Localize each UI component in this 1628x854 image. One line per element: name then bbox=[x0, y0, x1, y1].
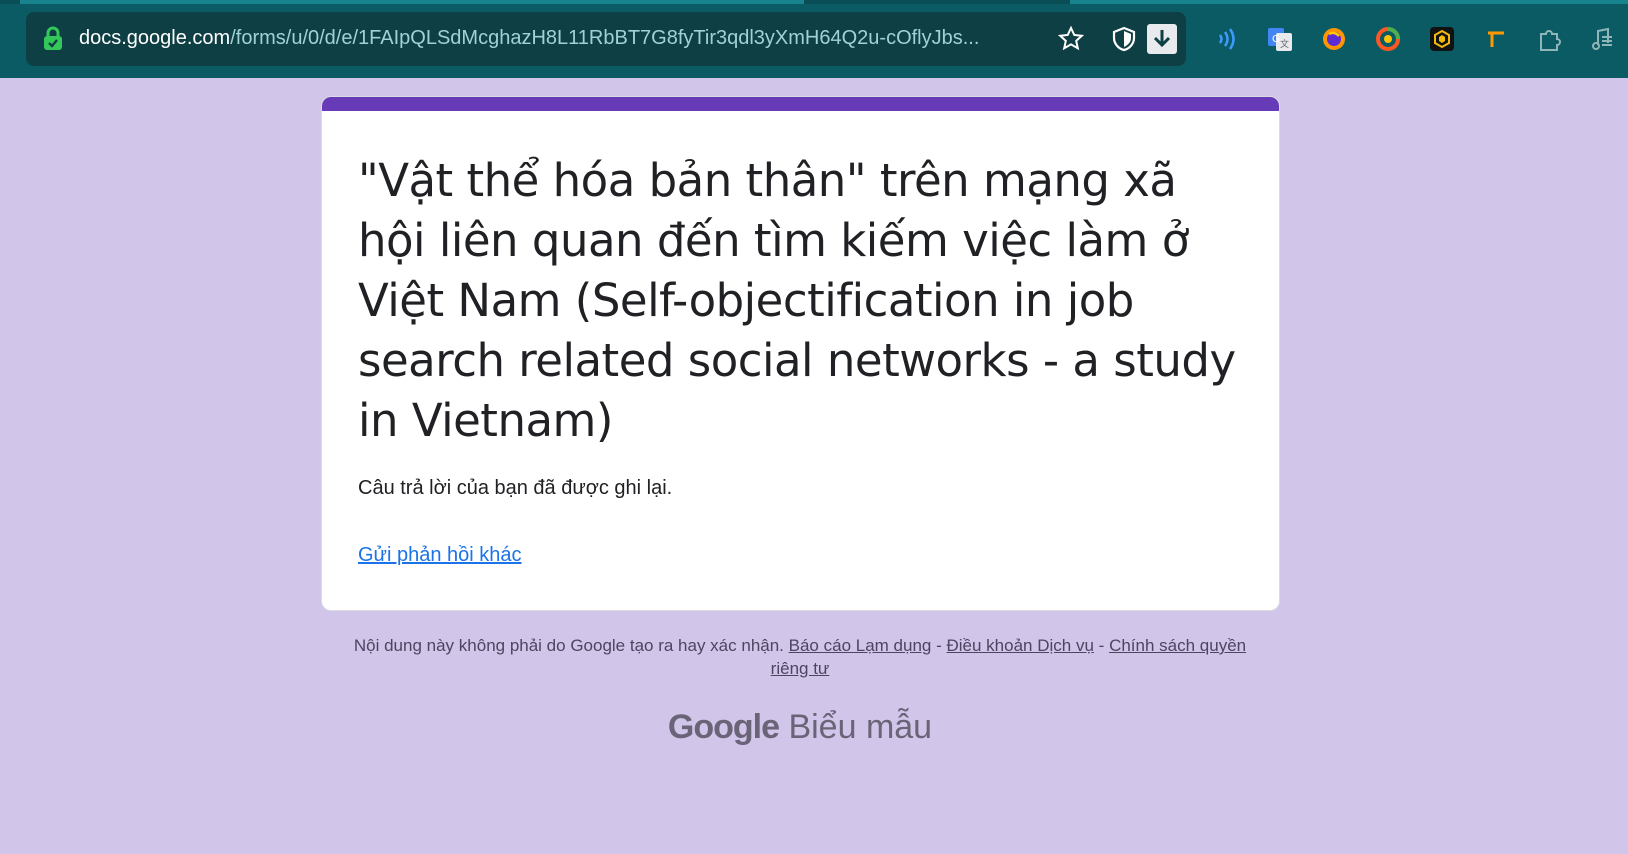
star-icon[interactable] bbox=[1057, 25, 1085, 53]
logo-product-text: Biểu mẫu bbox=[788, 708, 933, 746]
submit-another-response-link[interactable]: Gửi phản hồi khác bbox=[358, 544, 522, 567]
url-path: /forms/u/0/d/e/1FAIpQLSdMcghazH8L11RbBT7… bbox=[230, 27, 980, 49]
url-text[interactable]: docs.google.com/forms/u/0/d/e/1FAIpQLSdM… bbox=[79, 27, 1039, 50]
url-host: docs.google.com bbox=[79, 27, 231, 49]
translate-extension-icon[interactable]: G 文 bbox=[1266, 25, 1294, 53]
tab-strip bbox=[0, 0, 1628, 4]
download-icon[interactable] bbox=[1146, 23, 1178, 55]
address-bar[interactable]: docs.google.com/forms/u/0/d/e/1FAIpQLSdM… bbox=[26, 12, 1186, 66]
footer-disclaimer: Nội dung này không phải do Google tạo ra… bbox=[340, 634, 1260, 680]
svg-text:文: 文 bbox=[1280, 38, 1289, 50]
separator: - bbox=[1098, 636, 1105, 655]
tag-extension-icon[interactable] bbox=[1482, 25, 1510, 53]
confirmation-message: Câu trả lời của bạn đã được ghi lại. bbox=[358, 477, 673, 499]
terms-of-service-link[interactable]: Điều khoản Dịch vụ bbox=[947, 636, 1094, 655]
tab-inactive[interactable] bbox=[1070, 0, 1628, 4]
browser-toolbar: docs.google.com/forms/u/0/d/e/1FAIpQLSdM… bbox=[0, 0, 1628, 78]
tab-active[interactable] bbox=[20, 0, 804, 4]
puzzle-extension-icon[interactable] bbox=[1536, 25, 1564, 53]
disclaimer-text: Nội dung này không phải do Google tạo ra… bbox=[353, 636, 784, 655]
form-title: "Vật thể hóa bản thân" trên mạng xã hội … bbox=[358, 154, 1236, 447]
firefox-extension-icon[interactable] bbox=[1320, 25, 1348, 53]
lock-icon[interactable] bbox=[40, 25, 66, 51]
report-abuse-link[interactable]: Báo cáo Lạm dụng bbox=[789, 636, 932, 655]
separator: - bbox=[936, 636, 942, 655]
google-forms-logo[interactable]: Google Biểu mẫu bbox=[0, 708, 1600, 747]
wave-extension-icon[interactable] bbox=[1212, 25, 1240, 53]
shield-icon[interactable] bbox=[1110, 25, 1138, 53]
music-extension-icon[interactable] bbox=[1588, 25, 1616, 53]
chrome-ring-extension-icon[interactable] bbox=[1374, 25, 1402, 53]
logo-google-text: Google bbox=[667, 708, 780, 746]
cube-extension-icon[interactable] bbox=[1428, 25, 1456, 53]
card-accent-bar bbox=[322, 97, 1279, 111]
form-confirmation-card: "Vật thể hóa bản thân" trên mạng xã hội … bbox=[321, 96, 1280, 611]
svg-text:G: G bbox=[1272, 34, 1280, 45]
